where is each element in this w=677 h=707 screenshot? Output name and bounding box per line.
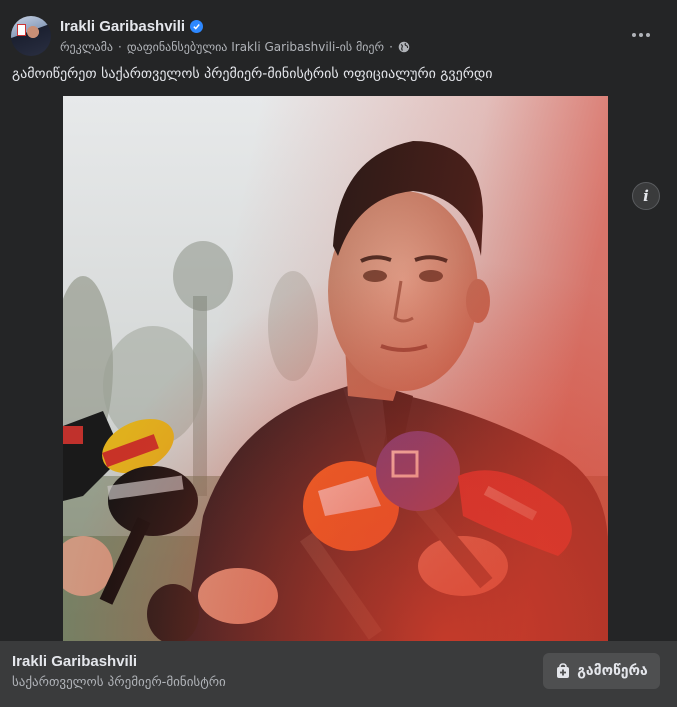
post-header: Irakli Garibashvili რეკლამა · დაფინანსებ…	[0, 0, 677, 66]
subscribe-button-label: გამოწერა	[577, 663, 648, 679]
post-meta: რეკლამა · დაფინანსებულია Irakli Garibash…	[60, 39, 410, 55]
meta-separator: ·	[389, 40, 393, 54]
funded-by-label[interactable]: დაფინანსებულია Irakli Garibashvili-ის მი…	[127, 40, 384, 54]
sponsored-post-card: Irakli Garibashvili რეკლამა · დაფინანსებ…	[0, 0, 677, 707]
footer-page-name[interactable]: Irakli Garibashvili	[12, 653, 137, 670]
flag-icon	[17, 24, 26, 36]
verified-badge-icon	[190, 19, 204, 33]
ad-photo[interactable]	[63, 96, 608, 641]
globe-icon[interactable]	[398, 41, 410, 53]
post-media: i	[0, 96, 677, 641]
more-options-icon[interactable]	[623, 22, 659, 48]
page-name-row: Irakli Garibashvili	[60, 16, 204, 36]
subscribe-button[interactable]: გამოწერა	[543, 653, 660, 689]
ad-footer[interactable]: Irakli Garibashvili საქართველოს პრემიერ-…	[0, 641, 677, 707]
page-name-link[interactable]: Irakli Garibashvili	[60, 18, 185, 35]
post-text: გამოიწერეთ საქართველოს პრემიერ-მინისტრის…	[12, 66, 493, 82]
meta-separator: ·	[118, 40, 122, 54]
footer-page-description: საქართველოს პრემიერ-მინისტრი	[12, 675, 226, 690]
subscribe-bag-icon	[555, 663, 571, 679]
sponsored-label[interactable]: რეკლამა	[60, 40, 113, 54]
page-avatar[interactable]	[11, 16, 51, 56]
ad-info-icon[interactable]: i	[632, 182, 660, 210]
